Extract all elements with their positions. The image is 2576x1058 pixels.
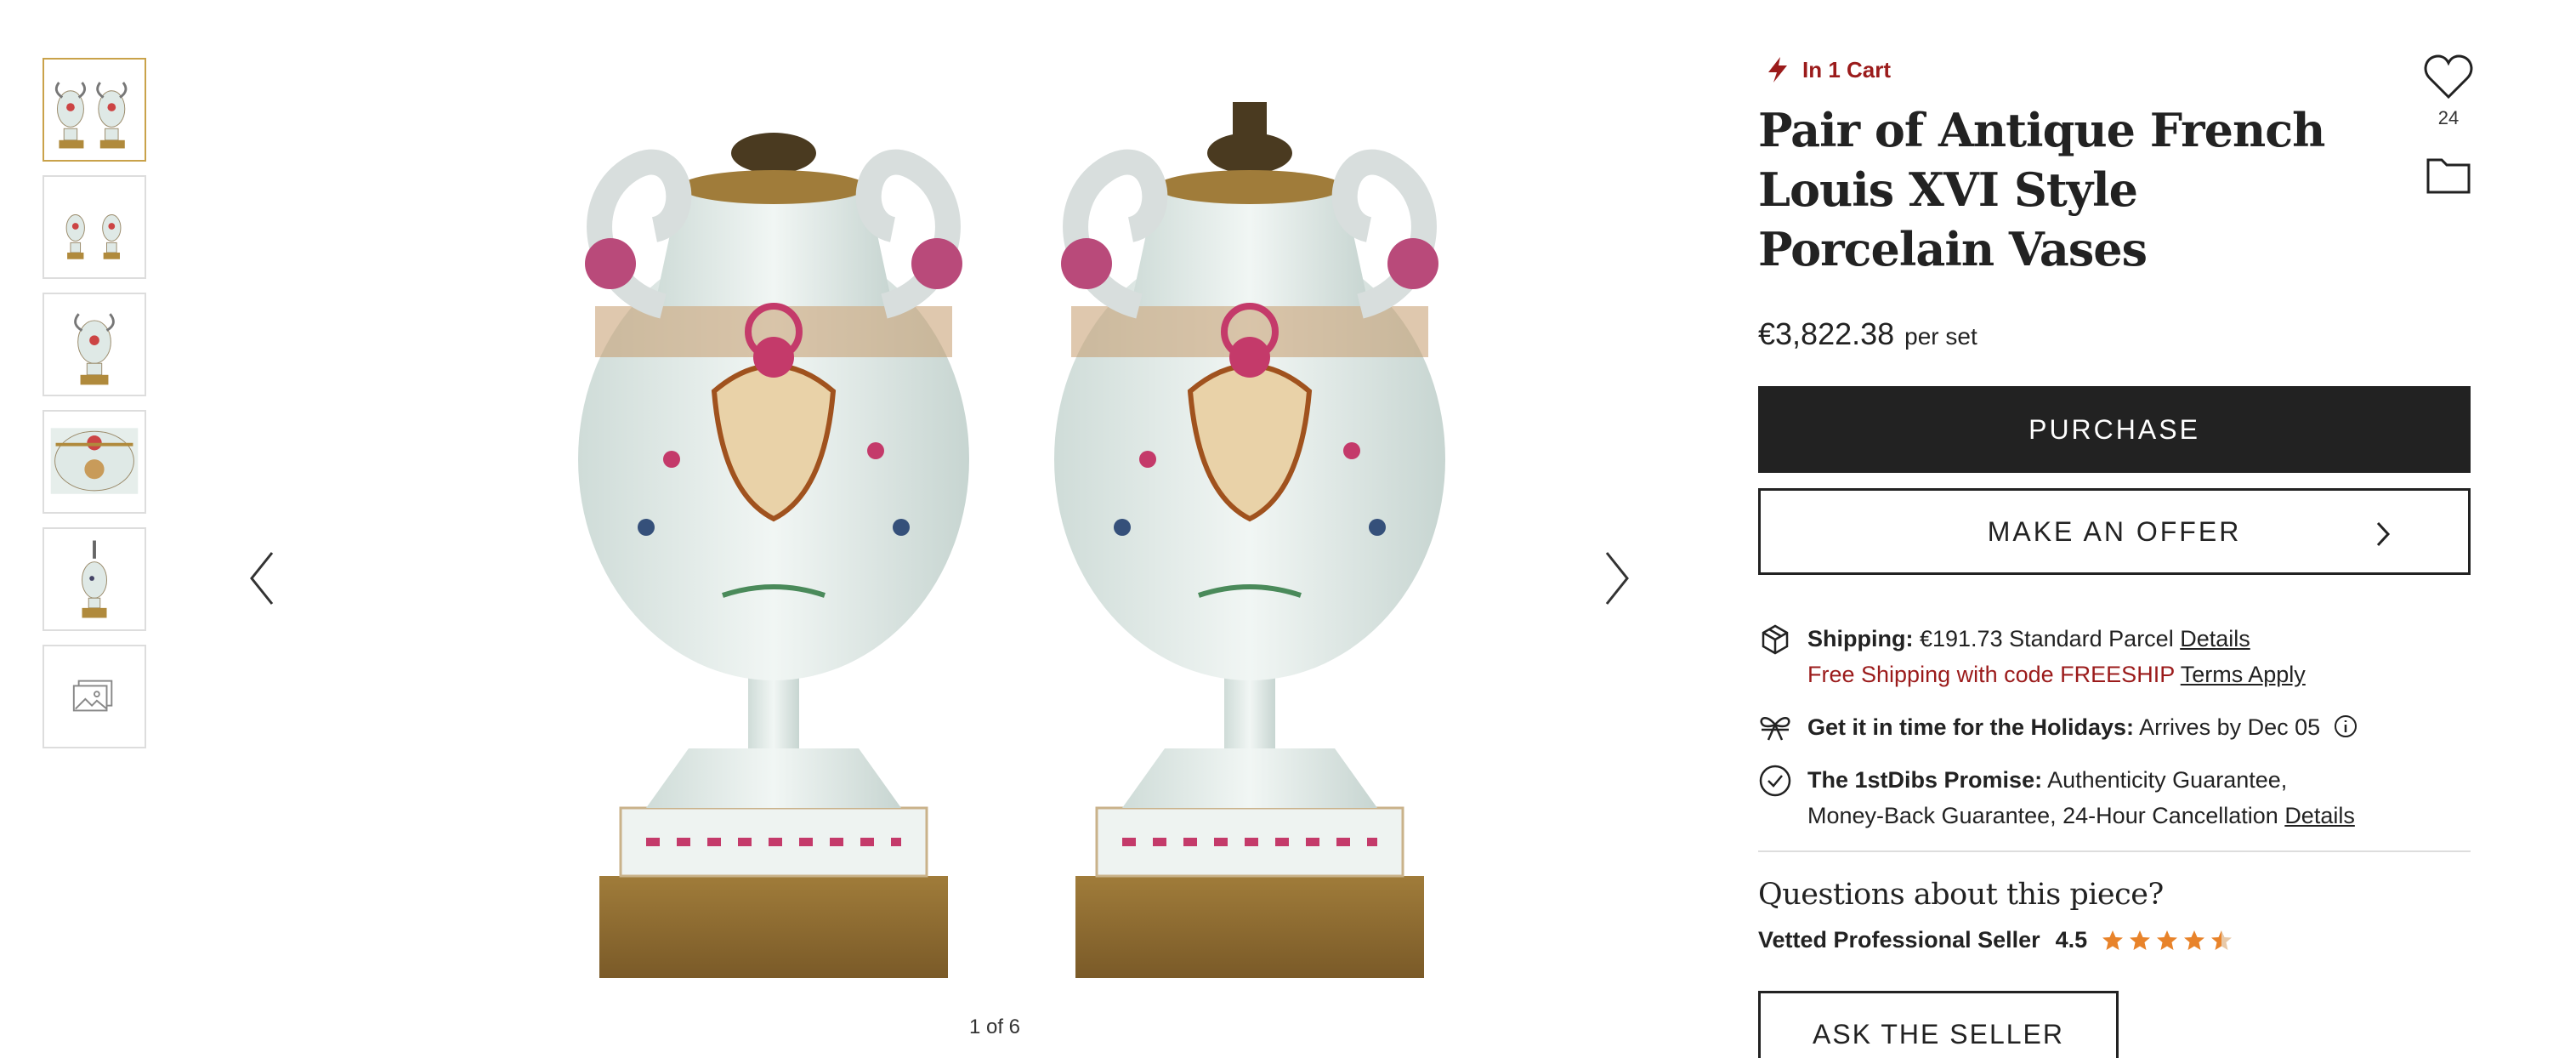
price-unit: per set	[1904, 323, 1977, 350]
thumbnail-pair-small[interactable]	[43, 175, 146, 279]
info-list: Shipping: €191.73 Standard Parcel Detail…	[1758, 621, 2481, 833]
thumbnail-single-side[interactable]	[43, 527, 146, 631]
holiday-row: Get it in time for the Holidays: Arrives…	[1758, 709, 2481, 745]
lightning-icon	[1768, 57, 1787, 82]
seller-label: Vetted Professional Seller	[1758, 927, 2040, 953]
product-details-panel: In 1 Cart Pair of Antique French Louis X…	[1758, 51, 2481, 1058]
holiday-text: Get it in time for the Holidays: Arrives…	[1807, 709, 2358, 745]
star-icon	[2102, 930, 2124, 950]
promise-text: The 1stDibs Promise: Authenticity Guaran…	[1807, 762, 2355, 833]
star-icon	[2130, 930, 2151, 950]
questions-heading: Questions about this piece?	[1758, 878, 2164, 912]
holiday-label: Get it in time for the Holidays:	[1807, 714, 2135, 740]
shipping-row: Shipping: €191.73 Standard Parcel Detail…	[1758, 621, 2481, 692]
thumbnail-single-front[interactable]	[43, 293, 146, 396]
cart-status-text: In 1 Cart	[1802, 56, 1892, 82]
make-offer-button[interactable]: MAKE AN OFFER	[1758, 488, 2471, 575]
promise-row: The 1stDibs Promise: Authenticity Guaran…	[1758, 762, 2481, 833]
chevron-right-icon	[1605, 552, 1629, 605]
star-icon	[2157, 930, 2178, 950]
holiday-value: Arrives by Dec 05	[2139, 714, 2321, 740]
vase-pair-small-thumbnail-image	[65, 214, 122, 259]
check-circle-icon	[1758, 764, 1792, 798]
thumbnail-top-detail[interactable]	[43, 410, 146, 514]
shipping-value: €191.73 Standard Parcel	[1919, 626, 2174, 651]
promise-line1: Authenticity Guarantee,	[2047, 767, 2288, 793]
make-offer-label: MAKE AN OFFER	[1987, 515, 2242, 547]
thumbnail-strip	[43, 58, 146, 762]
next-image-button[interactable]	[1590, 527, 1641, 629]
divider	[1758, 850, 2471, 852]
promise-line2: Money-Back Guarantee, 24-Hour Cancellati…	[1807, 803, 2278, 828]
terms-apply-link[interactable]: Terms Apply	[2181, 662, 2306, 687]
product-title: Pair of Antique French Louis XVI Style P…	[1758, 103, 2325, 276]
thumbnail-pair-front[interactable]	[43, 58, 146, 162]
free-shipping-promo: Free Shipping with code FREESHIP	[1807, 662, 2175, 687]
image-counter: 1 of 6	[968, 1015, 1021, 1038]
thumbnail-more-images[interactable]	[43, 645, 146, 748]
promise-details-link[interactable]: Details	[2284, 803, 2355, 828]
main-product-image	[493, 51, 1649, 1004]
shipping-details-link[interactable]: Details	[2180, 626, 2250, 651]
half-star-icon	[2211, 930, 2233, 950]
package-icon	[1758, 623, 1792, 657]
porcelain-vase-pair-image	[578, 102, 1445, 978]
vase-side-thumbnail-image	[82, 540, 107, 618]
seller-row: Vetted Professional Seller 4.5	[1758, 927, 2481, 953]
vase-pair-thumbnail-image	[54, 82, 128, 149]
vase-left	[578, 133, 969, 978]
price-row: €3,822.38 per set	[1758, 316, 2481, 352]
shipping-text: Shipping: €191.73 Standard Parcel Detail…	[1807, 621, 2306, 692]
previous-image-button[interactable]	[238, 527, 289, 629]
price: €3,822.38	[1758, 316, 1895, 351]
ask-the-seller-button[interactable]: ASK THE SELLER	[1758, 991, 2119, 1058]
shipping-label: Shipping:	[1807, 626, 1914, 651]
info-icon[interactable]	[2334, 714, 2358, 738]
product-gallery: 1 of 6	[221, 51, 1666, 1055]
star-icon	[2184, 930, 2205, 950]
rating-stars	[2101, 929, 2237, 953]
purchase-button[interactable]: PURCHASE	[1758, 386, 2471, 473]
vase-top-detail-thumbnail-image	[50, 428, 139, 494]
seller-rating: 4.5	[2055, 927, 2088, 953]
promise-label: The 1stDibs Promise:	[1807, 767, 2043, 793]
chevron-left-icon	[250, 552, 274, 605]
gift-bow-icon	[1758, 711, 1792, 745]
chevron-right-icon	[2376, 521, 2391, 547]
image-gallery-icon	[72, 680, 113, 712]
cart-status: In 1 Cart	[1758, 51, 2481, 88]
vase-right	[1054, 102, 1445, 978]
vase-single-thumbnail-image	[74, 313, 115, 385]
